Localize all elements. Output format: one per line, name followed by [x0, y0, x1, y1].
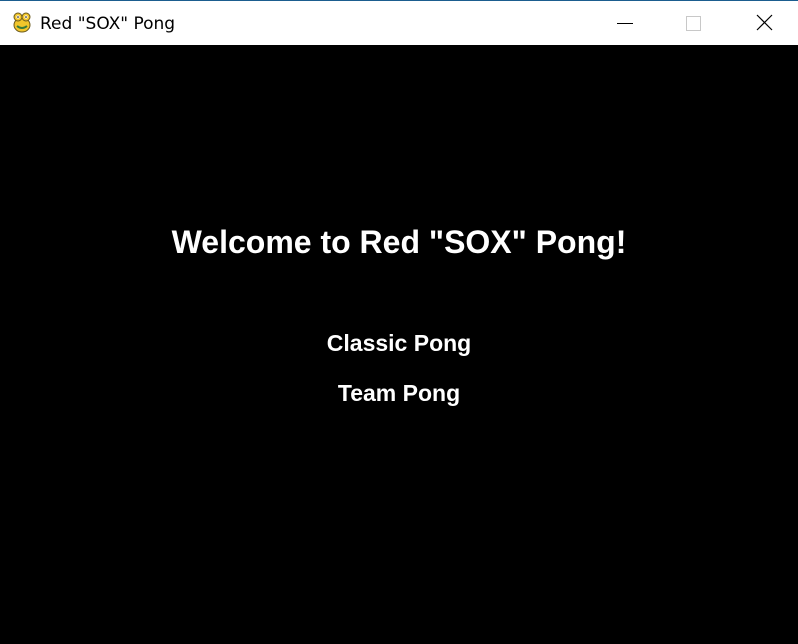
close-icon	[756, 14, 773, 31]
minimize-icon	[617, 23, 633, 24]
maximize-icon	[686, 16, 701, 31]
app-window: Red "SOX" Pong Welcome to Red "SOX" Pong…	[0, 0, 798, 644]
title-bar[interactable]: Red "SOX" Pong	[0, 0, 798, 45]
pygame-snake-icon	[11, 11, 33, 33]
maximize-button[interactable]	[670, 1, 716, 45]
minimize-button[interactable]	[602, 1, 648, 45]
menu-option-classic-pong[interactable]: Classic Pong	[0, 329, 798, 357]
window-title: Red "SOX" Pong	[40, 14, 176, 34]
welcome-title: Welcome to Red "SOX" Pong!	[171, 224, 627, 260]
game-canvas[interactable]: Welcome to Red "SOX" Pong! Classic Pong …	[0, 45, 798, 644]
menu-option-team-pong[interactable]: Team Pong	[0, 379, 798, 407]
close-button[interactable]	[741, 1, 787, 45]
